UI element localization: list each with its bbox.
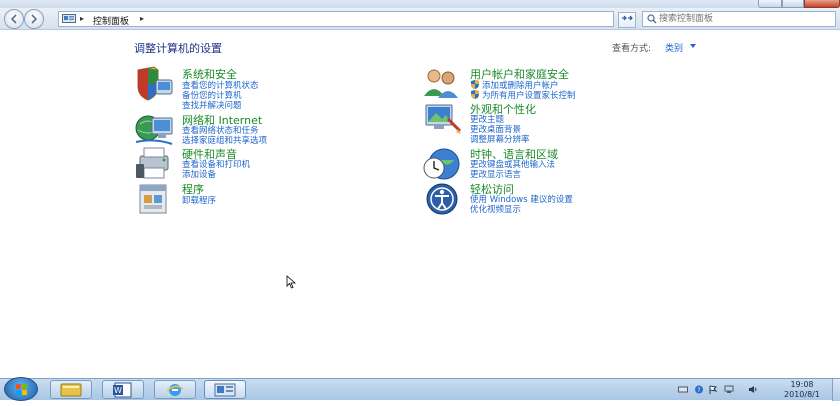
navigation-bar: ▸ 控制面板 ▸ ▼ [0, 8, 840, 30]
back-button[interactable] [4, 9, 24, 29]
ie-icon [166, 384, 184, 396]
word-icon: W [113, 382, 132, 398]
content-area: 调整计算机的设置 查看方式: 类别 系统和安全 查看您的计算机状态 备份您的计算… [0, 31, 840, 378]
volume-icon[interactable] [748, 385, 758, 394]
maximize-button[interactable] [782, 0, 804, 8]
view-by-dropdown[interactable]: 类别 [665, 41, 683, 54]
control-panel-icon [62, 14, 76, 23]
control-panel-window: ▸ 控制面板 ▸ ▼ 调整计算机的设置 查看方式: 类别 [0, 0, 840, 378]
taskbar: W ? 19:08 2010/8/1 [0, 377, 840, 401]
taskbar-word-button[interactable]: W [102, 380, 144, 399]
forward-button[interactable] [24, 9, 44, 29]
forward-arrow-icon [31, 14, 38, 24]
accessibility-icon[interactable] [422, 181, 462, 217]
address-bar[interactable]: ▸ 控制面板 ▸ ▼ [58, 11, 665, 27]
search-input[interactable] [659, 13, 829, 25]
chevron-down-icon[interactable] [690, 44, 696, 48]
shield-flag-icon[interactable] [134, 66, 174, 102]
taskbar-control-panel-button[interactable] [204, 380, 246, 399]
link-parental-controls[interactable]: 为所有用户设置家长控制 [470, 89, 576, 101]
start-button[interactable] [4, 377, 38, 401]
windows-logo-icon [16, 384, 27, 395]
refresh-icon [622, 15, 633, 21]
link-find-fix-problems[interactable]: 查找并解决问题 [182, 99, 242, 111]
network-tray-icon[interactable] [724, 385, 734, 394]
link-screen-resolution[interactable]: 调整屏幕分辨率 [470, 133, 530, 145]
search-box[interactable] [642, 11, 836, 27]
view-by-label: 查看方式: [612, 44, 652, 54]
link-uninstall-program[interactable]: 卸载程序 [182, 194, 216, 206]
keyboard-icon[interactable] [678, 385, 688, 394]
back-arrow-icon [10, 14, 17, 24]
search-icon[interactable] [647, 14, 657, 24]
breadcrumb-separator-icon[interactable]: ▸ [140, 14, 144, 23]
users-icon[interactable] [422, 66, 462, 102]
show-desktop-button[interactable] [832, 379, 840, 401]
network-globe-icon[interactable] [134, 112, 174, 148]
action-center-flag-icon[interactable] [708, 385, 718, 394]
clock-globe-icon[interactable] [422, 146, 462, 182]
svg-text:?: ? [697, 387, 700, 394]
explorer-icon [60, 383, 82, 397]
link-add-device[interactable]: 添加设备 [182, 168, 216, 180]
mouse-cursor-icon [286, 275, 297, 289]
clock-time[interactable]: 19:08 [782, 380, 822, 389]
breadcrumb-separator-icon[interactable]: ▸ [80, 14, 84, 23]
control-panel-icon [214, 383, 236, 397]
svg-text:W: W [114, 386, 122, 395]
taskbar-explorer-button[interactable] [50, 380, 92, 399]
page-title: 调整计算机的设置 [134, 42, 222, 55]
printer-icon[interactable] [134, 146, 174, 182]
breadcrumb-control-panel[interactable]: 控制面板 [93, 14, 129, 27]
minimize-button[interactable] [758, 0, 782, 8]
link-homegroup-sharing[interactable]: 选择家庭组和共享选项 [182, 134, 267, 146]
link-optimize-visual-display[interactable]: 优化视频显示 [470, 203, 521, 215]
uac-shield-icon [471, 90, 479, 99]
taskbar-ie-button[interactable] [154, 380, 196, 399]
help-icon[interactable]: ? [694, 385, 704, 394]
refresh-button[interactable] [618, 12, 636, 28]
link-change-display-language[interactable]: 更改显示语言 [470, 168, 521, 180]
clock-date[interactable]: 2010/8/1 [774, 390, 830, 399]
close-button[interactable] [804, 0, 840, 8]
link-text[interactable]: 为所有用户设置家长控制 [482, 91, 576, 101]
programs-icon[interactable] [134, 181, 174, 217]
title-bar [0, 0, 840, 8]
appearance-icon[interactable] [422, 101, 462, 137]
uac-shield-icon [471, 80, 479, 89]
